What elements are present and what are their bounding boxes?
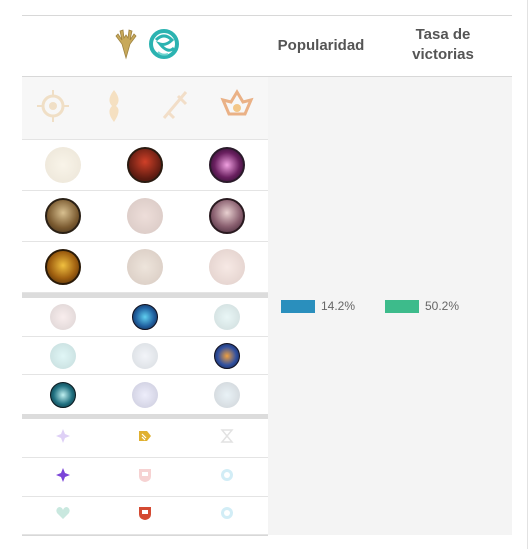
precision-path-icon: [108, 26, 144, 67]
bottom-divider: [22, 535, 268, 536]
sun-rune-icon[interactable]: [45, 147, 81, 183]
secondary-row-3: [22, 375, 268, 414]
secondary-row-1: [22, 298, 268, 337]
magenta-spark-rune-icon[interactable]: [209, 147, 245, 183]
health-shard-icon[interactable]: [55, 505, 71, 526]
secondary-rune-2-icon[interactable]: [132, 304, 158, 330]
secondary-rune-1-icon[interactable]: [50, 304, 76, 330]
pale-knight-rune-icon[interactable]: [127, 198, 163, 234]
popularity-stat: 14.2%: [281, 299, 355, 313]
secondary-row-2: [22, 337, 268, 375]
ghost-rune-icon[interactable]: [209, 249, 245, 285]
keystone-row: [22, 77, 268, 140]
rune-stats-card: Popularidad Tasa de victorias 14.2% 50.2…: [0, 0, 528, 549]
secondary-rune-6-icon[interactable]: [214, 342, 240, 369]
rune-row-tier2: [22, 191, 268, 242]
keystone-sword-icon[interactable]: [156, 86, 196, 131]
cdr-shard-icon[interactable]: [219, 428, 235, 449]
popularity-value: 14.2%: [321, 299, 356, 313]
adaptive-shard-icon[interactable]: [55, 428, 71, 449]
armor-shard-selected-icon[interactable]: [137, 505, 153, 526]
red-warrior-rune-icon[interactable]: [127, 147, 163, 183]
secondary-rune-7-icon[interactable]: [50, 381, 76, 408]
winrate-value: 50.2%: [425, 299, 460, 313]
keystone-aura-icon[interactable]: [33, 86, 73, 131]
armor-shard-icon[interactable]: [137, 467, 153, 488]
inspiration-path-icon: [146, 26, 182, 67]
winrate-stat: 50.2%: [385, 299, 459, 313]
secondary-rune-3-icon[interactable]: [214, 304, 240, 330]
magic-resist-shard-2-icon[interactable]: [219, 505, 235, 526]
shard-row-2: [22, 458, 268, 497]
popularity-bar: [281, 299, 315, 313]
winrate-header: Tasa de victorias: [412, 26, 474, 63]
adaptive-shard-selected-icon[interactable]: [55, 467, 71, 488]
keystone-flame-icon[interactable]: [94, 86, 134, 131]
golden-figure-rune-icon[interactable]: [45, 249, 81, 285]
rune-path-header: [22, 16, 268, 76]
secondary-rune-4-icon[interactable]: [50, 342, 76, 369]
secondary-rune-5-icon[interactable]: [132, 342, 158, 369]
archer-rune-icon[interactable]: [45, 198, 81, 234]
secondary-rune-8-icon[interactable]: [132, 381, 158, 408]
secondary-rune-9-icon[interactable]: [214, 381, 240, 408]
popularity-header: Popularidad: [277, 37, 365, 54]
armored-knight-rune-icon[interactable]: [209, 198, 245, 234]
rune-row-tier1: [22, 140, 268, 191]
winrate-bar: [385, 299, 419, 313]
shard-row-3: [22, 497, 268, 535]
magic-resist-shard-icon[interactable]: [219, 467, 235, 488]
shard-row-1: [22, 419, 268, 458]
white-blade-rune-icon[interactable]: [127, 249, 163, 285]
attack-speed-shard-icon[interactable]: [137, 428, 153, 449]
rune-row-tier3: [22, 242, 268, 293]
keystone-crown-icon[interactable]: [217, 86, 257, 131]
